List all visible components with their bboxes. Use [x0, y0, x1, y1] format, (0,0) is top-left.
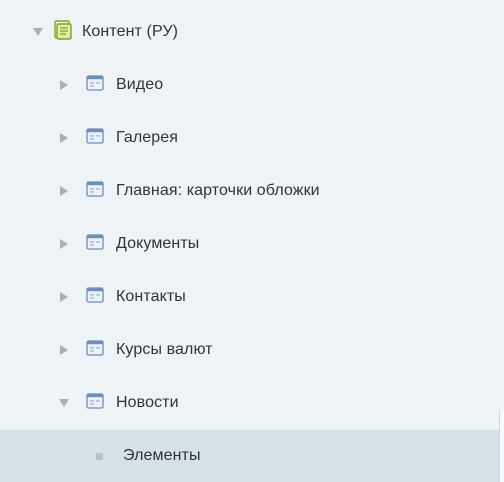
iblock-icon [86, 127, 104, 149]
bullet-icon [96, 452, 103, 460]
tree-item-video[interactable]: Видео [0, 59, 504, 111]
tree-item-label: Галерея [116, 129, 179, 146]
chevron-down-icon[interactable] [58, 397, 70, 409]
tree-item-label: Контент (РУ) [82, 23, 179, 40]
tree-item-currency-rates[interactable]: Курсы валют [0, 324, 504, 376]
chevron-right-icon[interactable] [58, 79, 70, 91]
section-tree: Контент (РУ) Видео Галерея Главная: карт… [0, 0, 504, 482]
tree-item-label: Новости [116, 394, 179, 411]
iblock-icon [86, 392, 104, 414]
tree-item-label: Главная: карточки обложки [116, 182, 320, 199]
iblock-icon [86, 74, 104, 96]
tree-item-content-ru[interactable]: Контент (РУ) [0, 6, 504, 58]
chevron-right-icon[interactable] [58, 185, 70, 197]
chevron-down-icon[interactable] [32, 26, 44, 38]
chevron-right-icon[interactable] [58, 132, 70, 144]
iblock-type-icon [54, 19, 72, 45]
iblock-icon [86, 339, 104, 361]
tree-item-label: Документы [116, 235, 200, 252]
chevron-right-icon[interactable] [58, 291, 70, 303]
tree-item-elements[interactable]: Элементы [0, 430, 504, 482]
tree-item-home-cover-cards[interactable]: Главная: карточки обложки [0, 165, 504, 217]
iblock-icon [86, 180, 104, 202]
iblock-icon [86, 233, 104, 255]
chevron-right-icon[interactable] [58, 344, 70, 356]
iblock-icon [86, 286, 104, 308]
tree-item-label: Курсы валют [116, 341, 213, 358]
tree-item-documents[interactable]: Документы [0, 218, 504, 270]
tree-item-contacts[interactable]: Контакты [0, 271, 504, 323]
tree-item-label: Видео [116, 76, 164, 93]
chevron-right-icon[interactable] [58, 238, 70, 250]
tree-item-label: Контакты [116, 288, 186, 305]
tree-item-label: Элементы [123, 447, 201, 464]
panel-edge [499, 410, 504, 482]
tree-item-news[interactable]: Новости [0, 377, 504, 429]
tree-item-gallery[interactable]: Галерея [0, 112, 504, 164]
